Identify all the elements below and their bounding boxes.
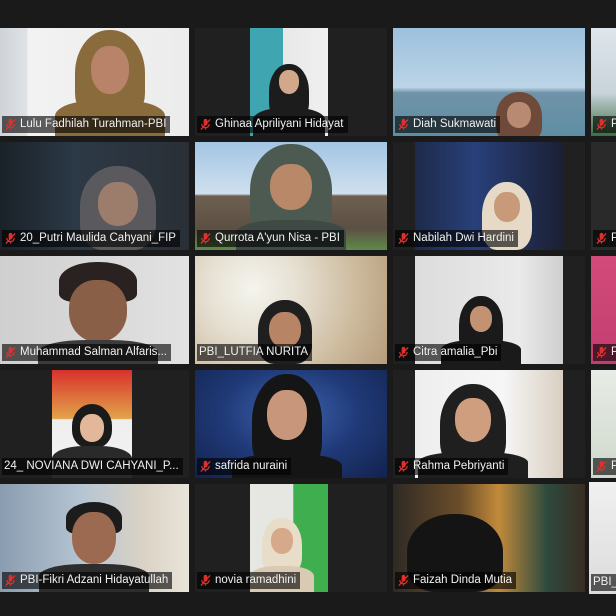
participant-name: novia ramadhini	[215, 574, 297, 586]
participant-name: Qurrota A'yun Nisa - PBI	[215, 232, 340, 244]
mic-muted-icon	[596, 232, 607, 245]
mic-muted-icon	[200, 118, 211, 131]
participant-nameplate: PBI_LUTFIA NURITA	[197, 344, 313, 361]
participant-tile[interactable]: Muhammad Salman Alfaris...	[0, 256, 189, 364]
participant-tile[interactable]: P	[591, 256, 616, 364]
participant-name: P	[611, 231, 616, 246]
participant-nameplate: Ghinaa Apriliyani Hidayat	[197, 116, 348, 133]
participant-name: Faizah Dinda Mutia	[413, 574, 513, 586]
participant-tile[interactable]: Ghinaa Apriliyani Hidayat	[195, 28, 387, 136]
participant-nameplate: Diah Sukmawati	[395, 116, 501, 133]
participant-nameplate: safrida nuraini	[197, 458, 292, 475]
mic-muted-icon	[398, 574, 409, 587]
mic-muted-icon	[596, 346, 607, 359]
participant-name: Nabilah Dwi Hardini	[413, 232, 514, 244]
participant-nameplate: Lulu Fadhilah Turahman-PBI	[2, 116, 171, 133]
mic-muted-icon	[398, 346, 409, 359]
participant-nameplate: Citra amalia_Pbi	[395, 344, 502, 361]
participant-tile[interactable]: Diah Sukmawati	[393, 28, 585, 136]
mic-muted-icon	[5, 118, 16, 131]
participant-tile-active-speaker[interactable]: PBI_	[589, 482, 616, 594]
participant-tile[interactable]: Lulu Fadhilah Turahman-PBI	[0, 28, 189, 136]
participant-name: Diah Sukmawati	[413, 118, 497, 130]
participant-nameplate: P	[593, 230, 616, 247]
participant-nameplate: PBI-Fikri Adzani Hidayatullah	[2, 572, 173, 589]
participant-name: PBI_	[593, 576, 616, 588]
participant-tile[interactable]: safrida nuraini	[195, 370, 387, 478]
participant-nameplate: PBI_	[591, 574, 616, 591]
mic-muted-icon	[5, 574, 16, 587]
participant-tile[interactable]: novia ramadhini	[195, 484, 387, 592]
mic-muted-icon	[5, 232, 16, 245]
participant-tile[interactable]: P	[591, 142, 616, 250]
mic-muted-icon	[596, 460, 607, 473]
participant-tile[interactable]: P	[591, 370, 616, 478]
participant-name: PBI-Fikri Adzani Hidayatullah	[20, 574, 169, 586]
participant-tile[interactable]: Citra amalia_Pbi	[393, 256, 585, 364]
participant-tile[interactable]: PBI_LUTFIA NURITA	[195, 256, 387, 364]
participant-nameplate: 24_ NOVIANA DWI CAHYANI_P...	[2, 458, 183, 475]
mic-muted-icon	[200, 460, 211, 473]
participant-tile[interactable]: Faizah Dinda Mutia	[393, 484, 585, 592]
mic-muted-icon	[596, 118, 607, 131]
participant-tile[interactable]: Rahma Pebriyanti	[393, 370, 585, 478]
participant-name: P	[611, 117, 616, 132]
participant-name: Citra amalia_Pbi	[413, 346, 498, 358]
participant-name: P	[611, 459, 616, 474]
mic-muted-icon	[398, 118, 409, 131]
participant-nameplate: P	[593, 116, 616, 133]
participant-name: P	[611, 345, 616, 360]
participant-name: Muhammad Salman Alfaris...	[20, 346, 168, 358]
participant-nameplate: P	[593, 458, 616, 475]
mic-muted-icon	[200, 574, 211, 587]
participant-nameplate: P	[593, 344, 616, 361]
participant-name: PBI_LUTFIA NURITA	[199, 346, 309, 358]
mic-muted-icon	[398, 232, 409, 245]
mic-muted-icon	[398, 460, 409, 473]
participant-nameplate: novia ramadhini	[197, 572, 301, 589]
participant-nameplate: Muhammad Salman Alfaris...	[2, 344, 172, 361]
participant-name: Ghinaa Apriliyani Hidayat	[215, 118, 344, 130]
participant-nameplate: Rahma Pebriyanti	[395, 458, 509, 475]
participant-name: 20_Putri Maulida Cahyani_FIP	[20, 232, 176, 244]
participant-tile[interactable]: Nabilah Dwi Hardini	[393, 142, 585, 250]
participant-name: 24_ NOVIANA DWI CAHYANI_P...	[4, 460, 179, 472]
participant-tile[interactable]: P	[591, 28, 616, 136]
participant-tile[interactable]: 20_Putri Maulida Cahyani_FIP	[0, 142, 189, 250]
participant-nameplate: Nabilah Dwi Hardini	[395, 230, 518, 247]
participant-name: Rahma Pebriyanti	[413, 460, 505, 472]
participant-tile[interactable]: 24_ NOVIANA DWI CAHYANI_P...	[0, 370, 189, 478]
participant-nameplate: 20_Putri Maulida Cahyani_FIP	[2, 230, 180, 247]
participant-name: Lulu Fadhilah Turahman-PBI	[20, 118, 167, 130]
participant-tile[interactable]: Qurrota A'yun Nisa - PBI	[195, 142, 387, 250]
mic-muted-icon	[5, 346, 16, 359]
participant-nameplate: Faizah Dinda Mutia	[395, 572, 517, 589]
participant-tile[interactable]: PBI-Fikri Adzani Hidayatullah	[0, 484, 189, 592]
participant-nameplate: Qurrota A'yun Nisa - PBI	[197, 230, 344, 247]
mic-muted-icon	[200, 232, 211, 245]
participant-name: safrida nuraini	[215, 460, 288, 472]
